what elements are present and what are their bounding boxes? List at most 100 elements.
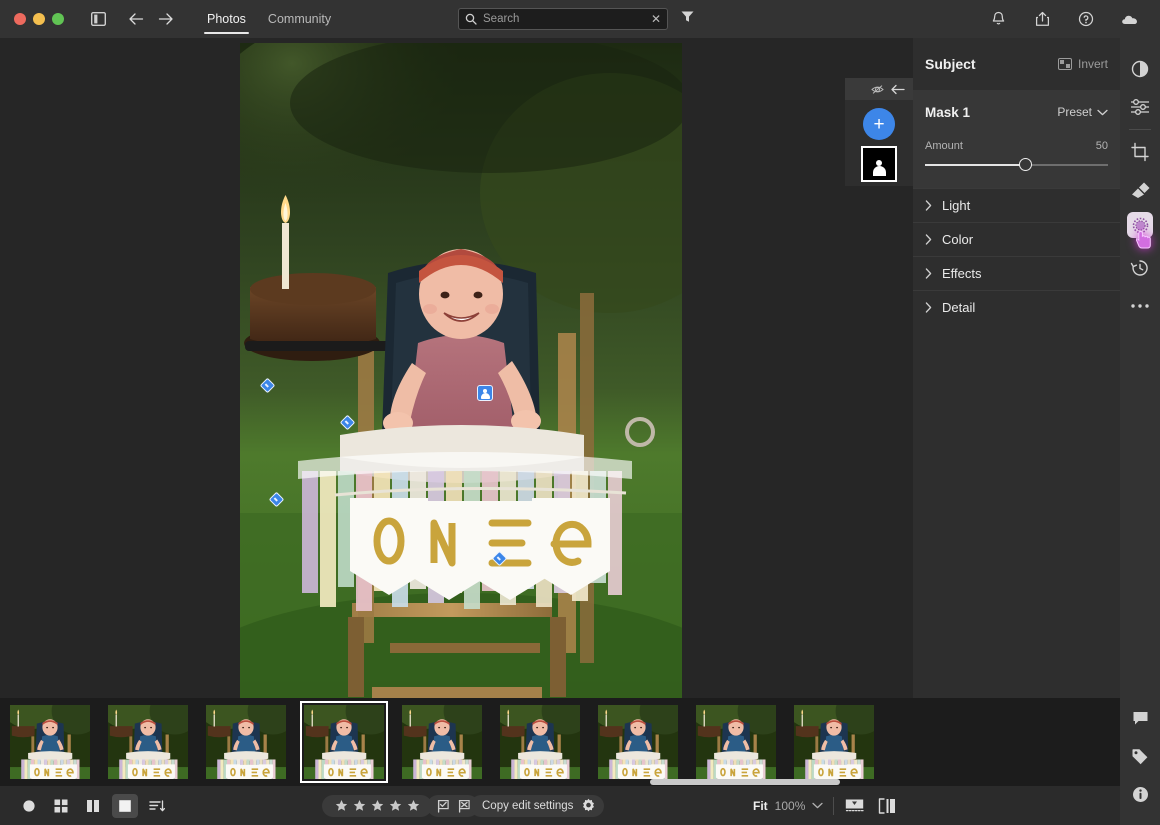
subject-mask-pin[interactable]: [477, 385, 493, 401]
section-effects[interactable]: Effects: [913, 256, 1120, 290]
help-icon[interactable]: [1072, 5, 1100, 33]
window-zoom-button[interactable]: [52, 13, 64, 25]
amount-slider-row: Amount 50: [925, 140, 1108, 172]
zoom-controls[interactable]: Fit 100%: [753, 799, 824, 813]
search-container: ✕: [458, 8, 668, 30]
invert-mask-button[interactable]: Invert: [1057, 57, 1108, 71]
section-light[interactable]: Light: [913, 188, 1120, 222]
section-detail[interactable]: Detail: [913, 290, 1120, 324]
rail-bottom-actions: [1120, 699, 1160, 813]
mask-overlay-panel[interactable]: +: [845, 78, 913, 186]
bottom-right-actions: [845, 797, 896, 814]
canvas-area[interactable]: +: [0, 38, 913, 706]
star-4-icon[interactable]: [389, 799, 402, 812]
flag-pick-icon[interactable]: [436, 799, 450, 813]
edit-presets-icon[interactable]: [1120, 50, 1160, 88]
filter-funnel-icon[interactable]: [680, 9, 695, 24]
subject-mask-thumbnail[interactable]: [861, 146, 897, 182]
filmstrip-thumbnail[interactable]: [402, 705, 482, 779]
amount-label: Amount: [925, 140, 963, 152]
window-minimize-button[interactable]: [33, 13, 45, 25]
photo-image: [240, 43, 682, 706]
sidebar-toggle-icon[interactable]: [84, 5, 112, 33]
record-dot-button[interactable]: [16, 794, 42, 818]
cloud-icon[interactable]: [1116, 5, 1144, 33]
split-view-icon[interactable]: [878, 797, 896, 814]
search-clear-icon[interactable]: ✕: [647, 12, 661, 26]
detail-view-button[interactable]: [112, 793, 138, 818]
filmstrip-thumbnail[interactable]: [696, 705, 776, 779]
title-bar: Photos Community ✕: [0, 0, 1160, 38]
star-3-icon[interactable]: [371, 799, 384, 812]
section-detail-label: Detail: [942, 300, 976, 315]
compare-view-button[interactable]: [80, 794, 106, 818]
copy-edit-settings-label[interactable]: Copy edit settings: [482, 800, 573, 812]
tab-photos-label: Photos: [207, 12, 246, 26]
filmstrip-thumbnail[interactable]: [598, 705, 678, 779]
invert-label: Invert: [1077, 57, 1108, 71]
mask-settings-card: Mask 1 Preset Amount 50: [913, 90, 1120, 188]
masking-tool-wrap[interactable]: [1120, 209, 1160, 249]
star-2-icon[interactable]: [353, 799, 366, 812]
tab-photos[interactable]: Photos: [196, 0, 257, 38]
share-icon[interactable]: [1028, 5, 1056, 33]
star-1-icon[interactable]: [335, 799, 348, 812]
nav-back-button[interactable]: [122, 5, 150, 33]
filmstrip-thumbnail[interactable]: [794, 705, 874, 779]
invert-mask-icon: [1057, 58, 1072, 70]
add-mask-label: +: [873, 113, 885, 135]
sort-button[interactable]: [144, 794, 170, 818]
bottom-toolbar: Copy edit settings Fit 100%: [0, 786, 1120, 825]
nav-forward-button[interactable]: [152, 5, 180, 33]
history-clock-icon[interactable]: [1120, 249, 1160, 287]
search-input[interactable]: [483, 13, 647, 25]
tag-icon[interactable]: [1120, 737, 1160, 775]
filmstrip-thumbnail[interactable]: [108, 705, 188, 779]
rail-divider: [1129, 129, 1151, 130]
zoom-fit-label[interactable]: Fit: [753, 799, 768, 813]
filmstrip-scrollbar[interactable]: [650, 779, 840, 785]
section-color[interactable]: Color: [913, 222, 1120, 256]
top-right-actions: [984, 0, 1144, 38]
mask-overlay-header: [845, 78, 913, 100]
panel-header: Subject Invert: [913, 38, 1120, 90]
bell-icon[interactable]: [984, 5, 1012, 33]
chevron-right-icon: [925, 234, 932, 245]
crop-icon[interactable]: [1120, 133, 1160, 171]
star-5-icon[interactable]: [407, 799, 420, 812]
amount-slider-labels: Amount 50: [925, 140, 1108, 152]
healing-brush-icon[interactable]: [1120, 171, 1160, 209]
gear-icon[interactable]: [581, 798, 596, 813]
filmstrip-thumbnail[interactable]: [10, 705, 90, 779]
panel-title: Subject: [925, 56, 976, 72]
add-mask-button[interactable]: +: [863, 108, 895, 140]
filmstrip-thumbnail[interactable]: [206, 705, 286, 779]
chevron-down-icon[interactable]: [812, 802, 824, 809]
before-after-icon[interactable]: [845, 798, 864, 813]
more-options-icon[interactable]: [1120, 287, 1160, 325]
sliders-icon[interactable]: [1120, 88, 1160, 126]
filmstrip-thumbnail-selected[interactable]: [300, 701, 388, 783]
filmstrip[interactable]: [0, 698, 1120, 786]
preset-dropdown[interactable]: Preset: [1057, 105, 1108, 119]
comments-icon[interactable]: [1120, 699, 1160, 737]
grid-view-button[interactable]: [48, 794, 74, 818]
star-rating[interactable]: [322, 794, 432, 817]
slider-handle[interactable]: [1019, 158, 1033, 171]
filmstrip-thumbnail[interactable]: [500, 705, 580, 779]
tab-community[interactable]: Community: [257, 0, 342, 38]
tool-rail: [1120, 38, 1160, 825]
flag-reject-icon[interactable]: [457, 799, 471, 813]
collapse-arrow-icon[interactable]: [891, 84, 905, 95]
photo-canvas[interactable]: [240, 43, 682, 706]
tab-community-label: Community: [267, 12, 332, 26]
eye-off-icon[interactable]: [871, 84, 884, 95]
copy-edit-settings-group[interactable]: Copy edit settings: [470, 794, 605, 817]
nav-tabs: Photos Community: [196, 0, 342, 38]
info-icon[interactable]: [1120, 775, 1160, 813]
window-close-button[interactable]: [14, 13, 26, 25]
zoom-level-label[interactable]: 100%: [775, 799, 806, 813]
search-box[interactable]: ✕: [458, 8, 668, 30]
amount-slider[interactable]: [925, 158, 1108, 172]
chevron-right-icon: [925, 268, 932, 279]
